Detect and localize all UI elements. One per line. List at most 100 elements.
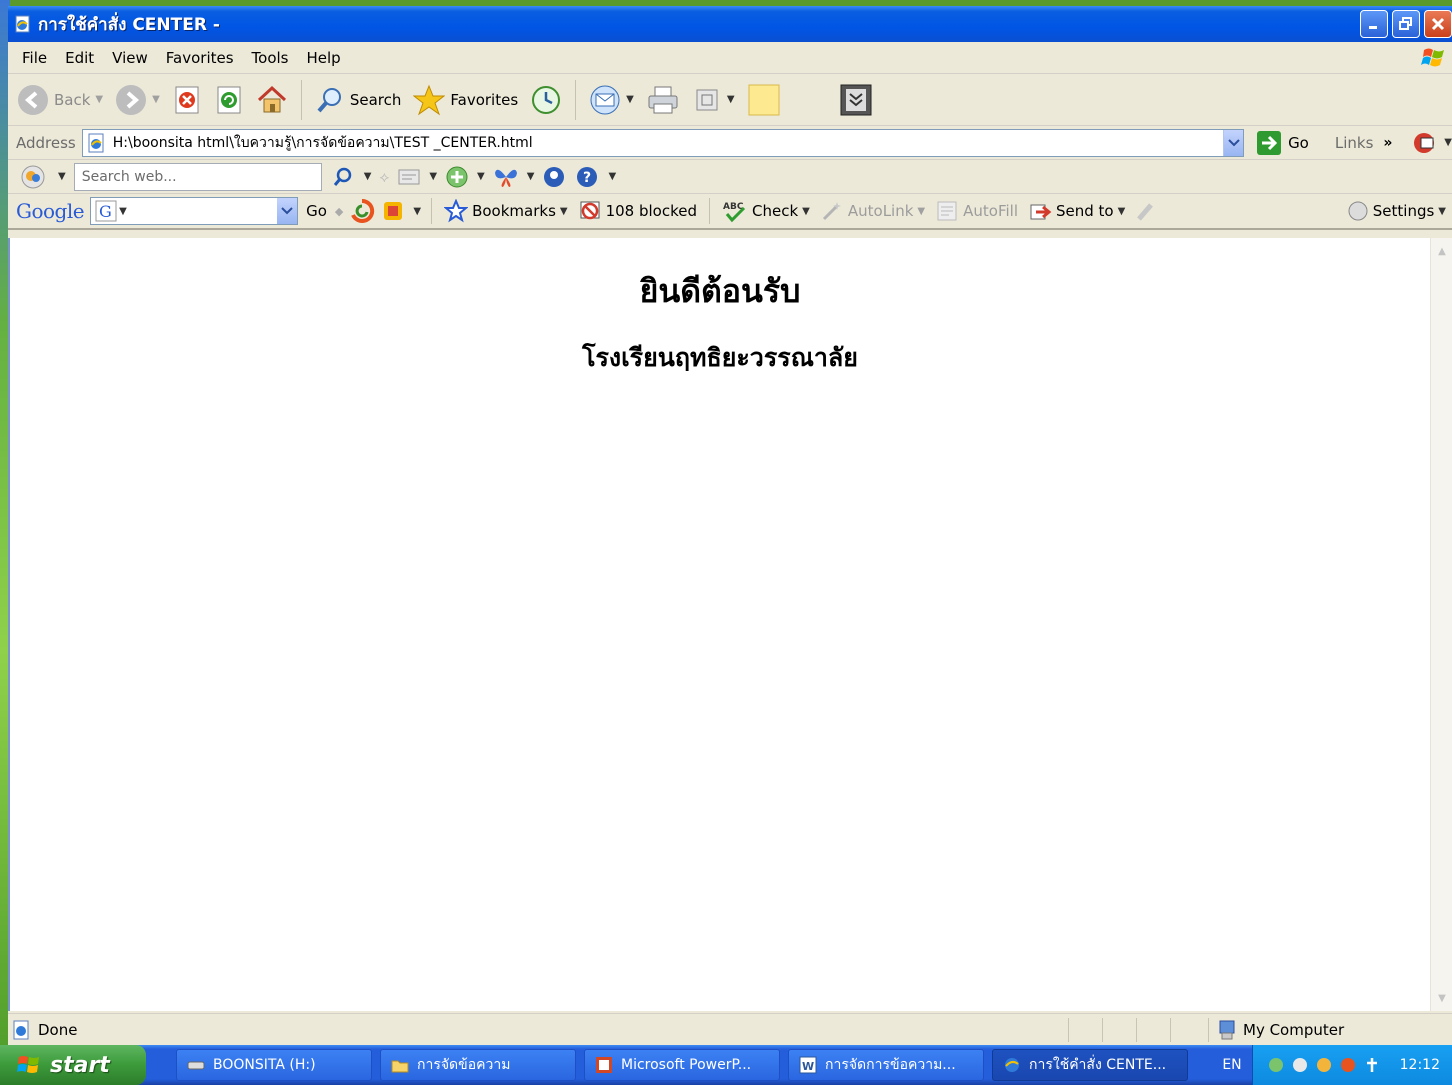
- search-provider-icon[interactable]: [20, 164, 50, 190]
- taskbar-item-drive[interactable]: BOONSITA (H:): [176, 1049, 372, 1081]
- google-go-label: Go: [306, 202, 327, 220]
- search-button[interactable]: Search: [312, 83, 405, 117]
- send-to-button[interactable]: Send to ▼: [1026, 199, 1127, 223]
- popup-blocked-icon: [580, 201, 600, 220]
- search-back-icon[interactable]: ⟡: [379, 168, 389, 186]
- provider-dropdown-icon[interactable]: ▼: [58, 171, 66, 182]
- google-search-input[interactable]: G ▼: [90, 197, 299, 225]
- add-icon[interactable]: [445, 165, 469, 189]
- highlighter-icon[interactable]: [1133, 199, 1157, 223]
- home-button[interactable]: [253, 82, 291, 118]
- help-dropdown-icon[interactable]: ▼: [608, 171, 616, 182]
- google-go-button[interactable]: Go: [304, 202, 329, 220]
- ie-icon: [1005, 1058, 1019, 1072]
- highlight-dropdown-icon[interactable]: ▼: [429, 171, 437, 182]
- search-go-icon[interactable]: [330, 164, 356, 190]
- tray-swirl-icon[interactable]: [1339, 1056, 1357, 1074]
- menu-tools[interactable]: Tools: [246, 49, 301, 67]
- translate-icon[interactable]: [1412, 130, 1438, 156]
- folder-icon: [391, 1060, 409, 1073]
- menu-file[interactable]: File: [16, 49, 59, 67]
- title-bar[interactable]: การใช้คำสั่ง CENTER -: [8, 6, 1452, 42]
- notes-button[interactable]: [744, 81, 784, 119]
- google-swirl-icon[interactable]: [349, 198, 375, 224]
- autolink-label: AutoLink: [847, 202, 914, 220]
- status-bar: Done My Computer: [8, 1013, 1452, 1045]
- butterfly-dropdown-icon[interactable]: ▼: [527, 171, 535, 182]
- tray-network-icon[interactable]: [1267, 1056, 1285, 1074]
- menu-help[interactable]: Help: [301, 49, 353, 67]
- tray-messenger-icon[interactable]: [1291, 1056, 1309, 1074]
- google-search-dropdown-button[interactable]: [277, 198, 298, 224]
- autofill-button[interactable]: AutoFill: [933, 199, 1020, 223]
- forward-dropdown-icon[interactable]: ▼: [152, 94, 160, 105]
- autolink-dropdown-icon[interactable]: ▼: [917, 206, 925, 217]
- back-label: Back: [54, 90, 91, 109]
- menu-edit[interactable]: Edit: [59, 49, 106, 67]
- back-dropdown-icon[interactable]: ▼: [95, 94, 103, 105]
- links-chevron-icon[interactable]: »: [1383, 135, 1392, 151]
- pagerank-dropdown-icon[interactable]: ▼: [413, 206, 421, 217]
- google-pagerank-icon[interactable]: [381, 198, 407, 224]
- go-button[interactable]: Go: [1256, 130, 1309, 156]
- taskbar-item-word[interactable]: W การจัดการข้อความ...: [788, 1049, 984, 1081]
- autolink-button[interactable]: AutoLink ▼: [818, 199, 927, 223]
- check-dropdown-icon[interactable]: ▼: [802, 206, 810, 217]
- print-button[interactable]: [643, 82, 683, 118]
- search-web-input[interactable]: Search web...: [73, 162, 322, 191]
- menu-favorites[interactable]: Favorites: [160, 49, 246, 67]
- settings-label: Settings: [1372, 202, 1435, 220]
- taskbar-item-browser[interactable]: การใช้คำสั่ง CENTE...: [992, 1049, 1188, 1081]
- stop-button[interactable]: [169, 83, 205, 117]
- language-indicator[interactable]: EN: [1212, 1057, 1252, 1073]
- popup-blocker-button[interactable]: 108 blocked: [576, 199, 699, 223]
- highlight-icon[interactable]: [397, 167, 421, 187]
- menu-view[interactable]: View: [106, 49, 160, 67]
- research-button[interactable]: [836, 81, 876, 119]
- menu-bar: File Edit View Favorites Tools Help: [8, 42, 1452, 74]
- restore-button[interactable]: [1392, 10, 1420, 38]
- edit-dropdown-icon[interactable]: ▼: [727, 94, 735, 105]
- butterfly-icon[interactable]: [493, 165, 519, 189]
- google-logo[interactable]: Google: [16, 199, 85, 223]
- history-button[interactable]: [527, 82, 565, 118]
- edit-button[interactable]: ▼: [689, 83, 738, 117]
- translate-dropdown-icon[interactable]: ▼: [1444, 137, 1452, 148]
- vertical-scrollbar[interactable]: ▲ ▼: [1430, 238, 1452, 1011]
- minimize-button[interactable]: [1360, 10, 1388, 38]
- add-dropdown-icon[interactable]: ▼: [477, 171, 485, 182]
- page-icon: [88, 133, 104, 152]
- help-icon[interactable]: ?: [574, 165, 600, 189]
- task-label: Microsoft PowerP...: [621, 1057, 752, 1073]
- page-done-icon: [13, 1020, 29, 1039]
- bookmarks-dropdown-icon: ▼: [559, 205, 568, 217]
- google-g-dropdown-icon[interactable]: ▼: [119, 206, 127, 217]
- tray-usb-icon[interactable]: [1363, 1056, 1381, 1074]
- settings-button[interactable]: Settings ▼: [1347, 200, 1446, 222]
- address-dropdown-button[interactable]: [1223, 129, 1244, 156]
- start-button[interactable]: start: [0, 1045, 146, 1085]
- send-arrow-icon: [1030, 204, 1052, 220]
- forward-button[interactable]: ▼: [112, 82, 163, 118]
- scroll-down-icon[interactable]: ▼: [1433, 989, 1451, 1007]
- spell-check-button[interactable]: ABC Check ▼: [720, 199, 812, 223]
- tray-antivirus-icon[interactable]: [1315, 1056, 1333, 1074]
- taskbar-item-powerpoint[interactable]: Microsoft PowerP...: [584, 1049, 780, 1081]
- security-zone[interactable]: My Computer: [1208, 1017, 1418, 1042]
- toolbar-separator: [300, 79, 302, 120]
- start-label: start: [50, 1052, 110, 1078]
- bookmarks-button[interactable]: Bookmarks ▼: [442, 199, 570, 223]
- clock[interactable]: 12:12: [1400, 1057, 1440, 1073]
- mail-button[interactable]: ▼: [586, 82, 637, 118]
- close-button[interactable]: [1424, 10, 1452, 38]
- taskbar-item-folder[interactable]: การจัดข้อความ: [380, 1049, 576, 1081]
- mail-dropdown-icon[interactable]: ▼: [626, 94, 634, 105]
- back-button[interactable]: Back ▼: [14, 82, 106, 118]
- refresh-button[interactable]: [211, 83, 247, 117]
- favorites-button[interactable]: Favorites: [410, 82, 521, 118]
- messenger-icon[interactable]: [542, 165, 566, 189]
- search-options-dropdown-icon[interactable]: ▼: [364, 171, 372, 182]
- scroll-up-icon[interactable]: ▲: [1433, 242, 1451, 260]
- links-button[interactable]: Links: [1335, 134, 1374, 152]
- address-input[interactable]: H:\boonsita html\ใบความรู้\การจัดข้อความ…: [81, 128, 1245, 157]
